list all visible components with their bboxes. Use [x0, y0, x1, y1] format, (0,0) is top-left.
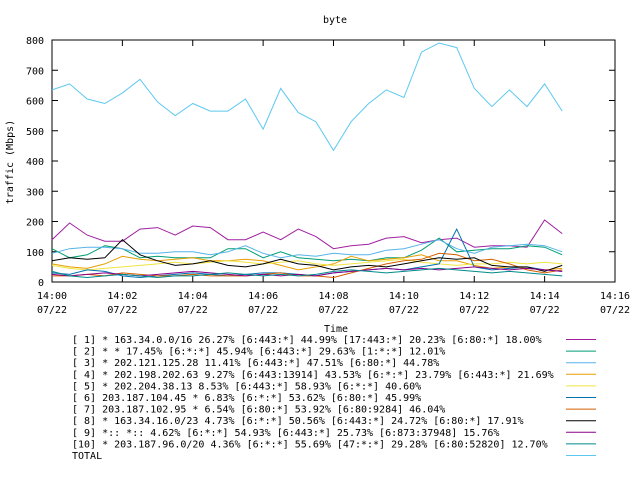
x-tick-label: 14:06	[248, 291, 278, 302]
x-tick-label: 14:10	[389, 291, 419, 302]
y-tick-label: 800	[26, 36, 44, 47]
x-tick-label: 14:02	[107, 291, 137, 302]
y-tick-label: 200	[26, 218, 44, 229]
x-tick-date-label: 07/22	[318, 305, 348, 316]
y-tick-label: 700	[26, 66, 44, 77]
y-axis-label: traffic (Mbps)	[5, 120, 16, 204]
y-tick-label: 0	[38, 278, 44, 289]
x-tick-label: 14:16	[600, 291, 630, 302]
legend: [ 1] * 163.34.0.0/16 26.27% [6:443:*] 44…	[72, 335, 596, 462]
series-line-11	[51, 42, 563, 152]
legend-entry-6: [ 6] 203.187.104.45 * 6.83% [6:*:*] 53.6…	[72, 393, 421, 404]
x-tick-label: 14:14	[530, 291, 560, 302]
x-tick-date-label: 07/22	[248, 305, 278, 316]
legend-entry-11: TOTAL	[72, 451, 102, 462]
legend-entry-8: [ 8] * 163.34.16.0/23 4.73% [6:*:*] 50.5…	[72, 416, 524, 427]
x-tick-label: 14:00	[37, 291, 67, 302]
x-axis-label: Time	[324, 324, 348, 335]
x-tick-label: 14:04	[178, 291, 208, 302]
chart-title: byte	[323, 15, 347, 26]
series-line-6	[51, 227, 563, 279]
x-tick-label: 14:08	[318, 291, 348, 302]
legend-entry-4: [ 4] * 202.198.202.63 9.27% [6:443:13914…	[72, 370, 554, 381]
legend-entry-2: [ 2] * * 17.45% [6:*:*] 45.94% [6:443:*]…	[72, 347, 445, 358]
legend-entry-3: [ 3] * 202.121.125.28 11.41% [6:443:*] 4…	[72, 358, 439, 369]
x-tick-label: 14:12	[459, 291, 489, 302]
legend-entry-7: [ 7] 203.187.102.95 * 6.54% [6:80:*] 53.…	[72, 405, 445, 416]
y-tick-label: 600	[26, 97, 44, 108]
y-tick-label: 400	[26, 157, 44, 168]
x-tick-date-label: 07/22	[459, 305, 489, 316]
y-tick-label: 300	[26, 187, 44, 198]
x-tick-date-label: 07/22	[37, 305, 67, 316]
series-lines	[51, 42, 563, 279]
chart-svg: byte traffic (Mbps) Time 0 100 200 300 400 50…	[5, 15, 630, 462]
x-tick-date-label: 07/22	[178, 305, 208, 316]
legend-entry-10: [10] * 203.187.96.0/20 4.36% [6:*:*] 55.…	[72, 439, 548, 450]
legend-entry-9: [ 9] *:: *:: 4.62% [6:*:*] 54.93% [6:443…	[72, 428, 499, 439]
legend-entry-1: [ 1] * 163.34.0.0/16 26.27% [6:443:*] 44…	[72, 335, 542, 346]
x-tick-date-label: 07/22	[107, 305, 137, 316]
y-tick-label: 500	[26, 127, 44, 138]
x-tick-date-label: 07/22	[389, 305, 419, 316]
legend-entry-5: [ 5] * 202.204.38.13 8.53% [6:443:*] 58.…	[72, 381, 421, 392]
x-tick-date-label: 07/22	[530, 305, 560, 316]
y-tick-label: 100	[26, 248, 44, 259]
x-tick-date-label: 07/22	[600, 305, 630, 316]
